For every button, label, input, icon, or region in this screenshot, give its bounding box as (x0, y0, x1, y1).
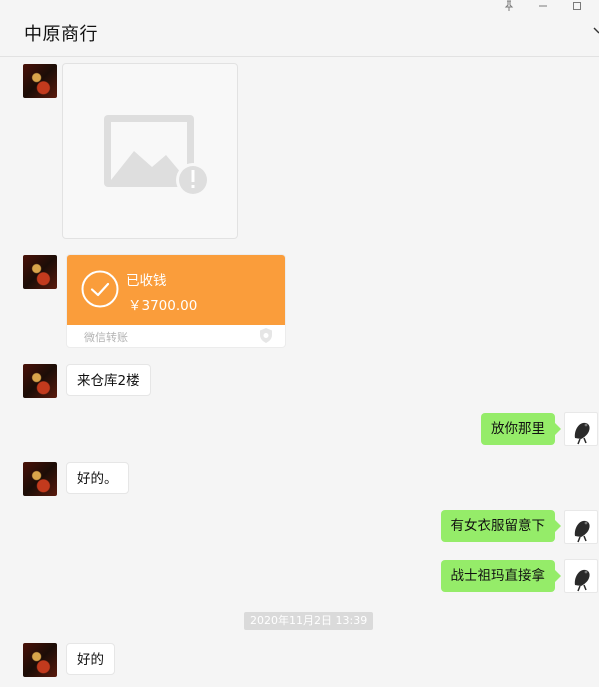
incoming-message[interactable]: 好的 (66, 643, 115, 675)
transfer-label: 微信转账 (84, 331, 128, 344)
contact-avatar[interactable] (23, 643, 57, 677)
contact-avatar[interactable] (23, 364, 57, 398)
outgoing-message[interactable]: 战士祖玛直接拿 (440, 560, 561, 592)
self-avatar[interactable] (564, 510, 598, 544)
timestamp-divider: 2020年11月2日 13:39 (244, 612, 374, 630)
partial-close-icon[interactable] (593, 25, 599, 41)
contact-avatar[interactable] (23, 255, 57, 289)
incoming-message[interactable]: 好的。 (66, 462, 129, 494)
chat-title: 中原商行 (24, 24, 98, 45)
broken-image-icon (104, 115, 210, 197)
check-circle-icon (81, 270, 119, 308)
transfer-amount: ￥3700.00 (128, 298, 198, 314)
maximize-icon[interactable] (567, 0, 587, 14)
self-avatar[interactable] (564, 412, 598, 446)
shield-icon (260, 328, 272, 343)
pin-icon[interactable] (499, 0, 519, 14)
outgoing-message[interactable]: 放你那里 (481, 413, 561, 445)
contact-avatar[interactable] (23, 64, 57, 98)
title-bar: 中原商行 (0, 0, 599, 57)
incoming-message[interactable]: 来仓库2楼 (66, 364, 151, 396)
contact-avatar[interactable] (23, 462, 57, 496)
transfer-card[interactable]: 已收钱 ￥3700.00 微信转账 (66, 254, 286, 348)
outgoing-message[interactable]: 有女衣服留意下 (440, 510, 561, 542)
minimize-icon[interactable] (533, 0, 553, 14)
transfer-card-header: 已收钱 ￥3700.00 (67, 255, 285, 325)
self-avatar[interactable] (564, 559, 598, 593)
image-message[interactable] (62, 63, 238, 239)
transfer-status: 已收钱 (126, 273, 167, 289)
